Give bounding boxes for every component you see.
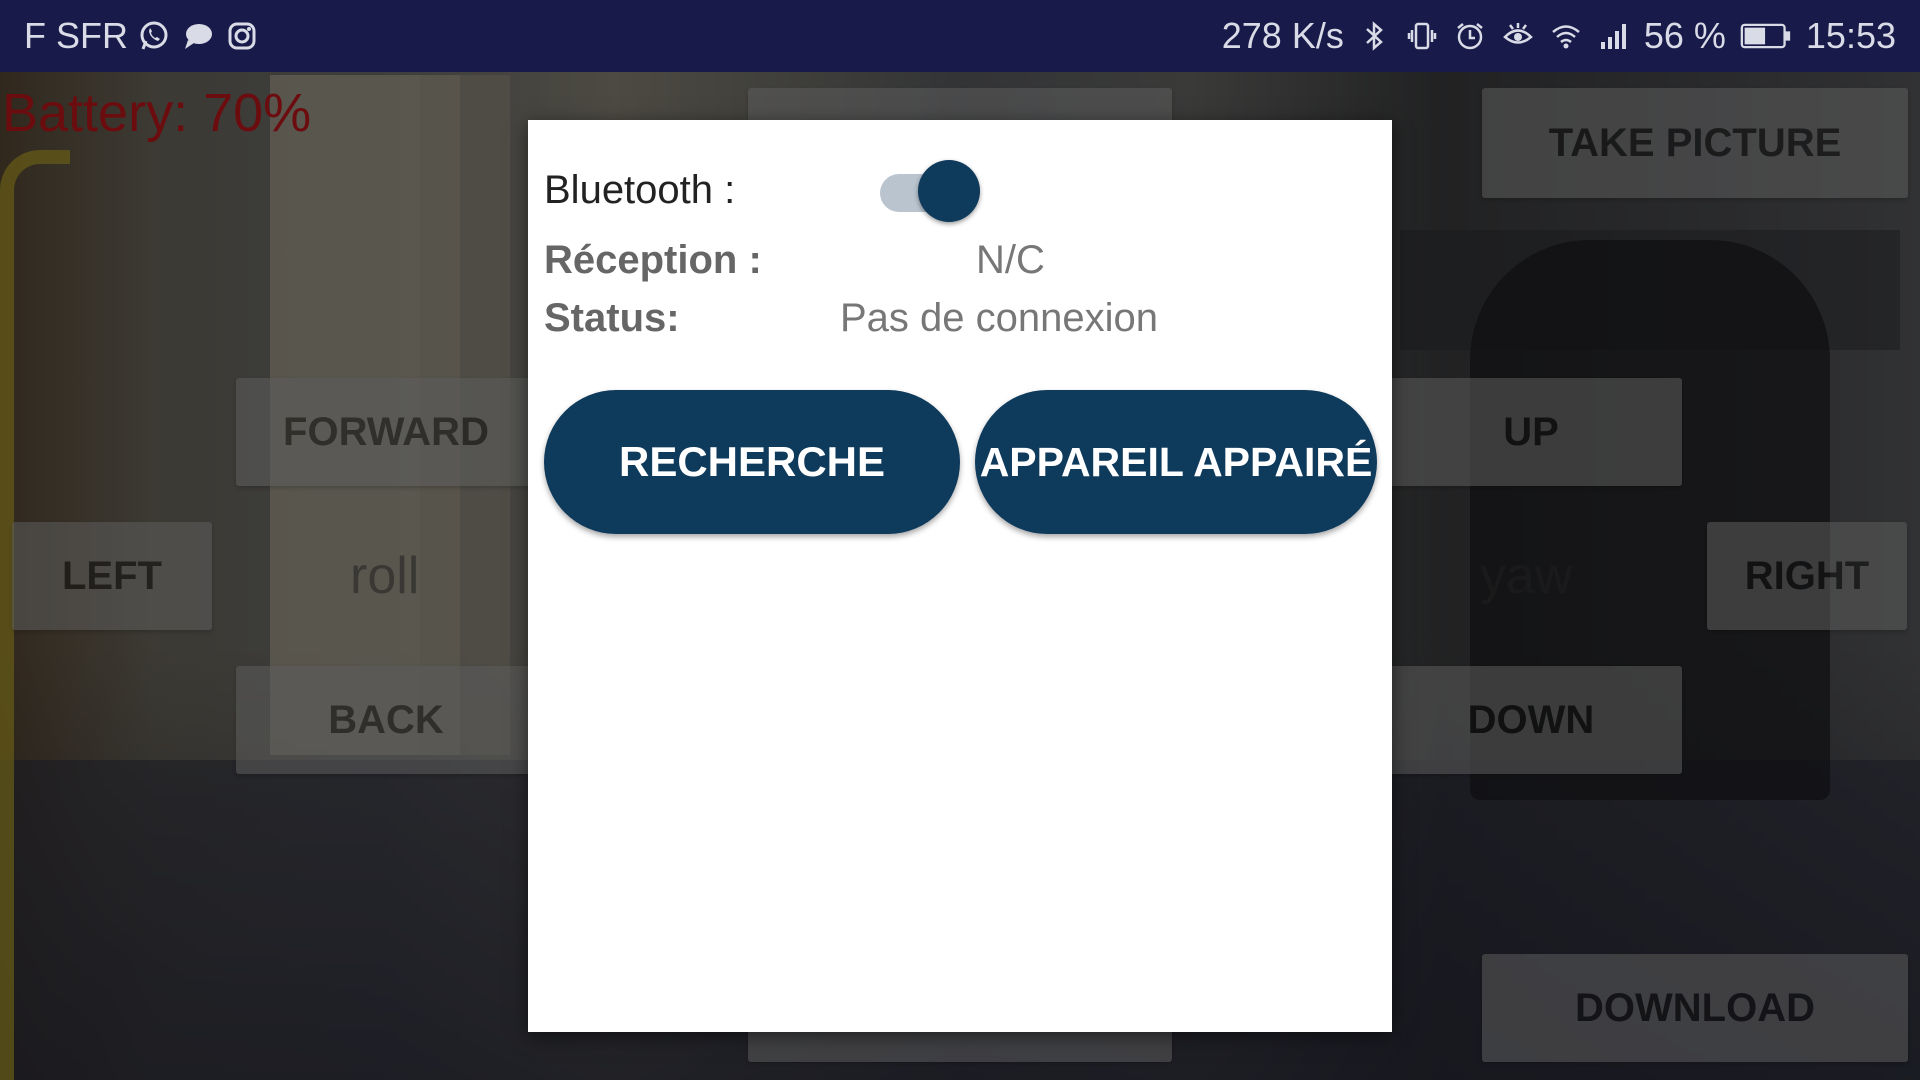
battery-percent: 56 %	[1643, 15, 1726, 56]
bluetooth-label: Bluetooth :	[544, 168, 736, 212]
eye-comfort-icon	[1500, 18, 1536, 54]
carrier-name: F SFR	[24, 15, 128, 56]
toggle-thumb	[918, 160, 980, 222]
message-icon	[180, 18, 216, 54]
status-bar-right: 278 K/s 56 % 15:53	[1222, 15, 1896, 57]
connection-status-label: Status:	[544, 296, 680, 340]
wifi-icon	[1548, 18, 1584, 54]
bluetooth-icon	[1356, 18, 1392, 54]
battery-icon	[1738, 18, 1794, 54]
connection-status-value: Pas de connexion	[840, 296, 1159, 340]
status-bar-left: F SFR	[24, 15, 260, 57]
signal-icon	[1596, 18, 1632, 54]
alarm-icon	[1452, 18, 1488, 54]
bluetooth-dialog: Bluetooth : Réception : N/C Status: Pas …	[528, 120, 1392, 1032]
reception-label: Réception :	[544, 238, 762, 282]
paired-devices-button[interactable]: APPAREIL APPAIRÉ	[975, 390, 1377, 534]
vibrate-icon	[1404, 18, 1440, 54]
clock: 15:53	[1805, 15, 1896, 56]
status-bar: F SFR 278 K/s 56 % 15:53	[0, 0, 1920, 72]
search-devices-button[interactable]: RECHERCHE	[544, 390, 960, 534]
network-speed: 278 K/s	[1221, 15, 1344, 56]
instagram-icon	[224, 18, 260, 54]
whatsapp-icon	[136, 18, 172, 54]
bluetooth-toggle[interactable]	[880, 160, 980, 224]
reception-value: N/C	[976, 238, 1045, 282]
